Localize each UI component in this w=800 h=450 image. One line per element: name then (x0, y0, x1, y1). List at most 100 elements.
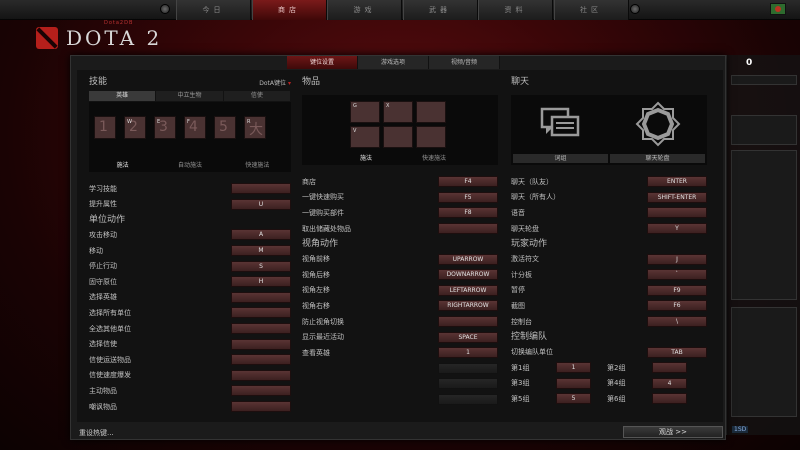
skill-slot[interactable]: 大R (244, 116, 266, 139)
item-slot[interactable] (416, 101, 446, 123)
item-slot[interactable] (416, 126, 446, 148)
hotkey-key-box[interactable]: Y (647, 223, 707, 235)
hotkey-label: 截图 (511, 301, 525, 310)
nav-tab[interactable]: 武器 (402, 0, 478, 20)
nav-tab[interactable]: 游戏 (327, 0, 402, 20)
hotkey-label: 计分板 (511, 270, 532, 279)
hotkey-key-box[interactable]: 1 (438, 347, 498, 359)
hotkey-key-box[interactable]: \ (647, 316, 707, 328)
hotkey-key-box[interactable] (231, 307, 291, 319)
skill-slot[interactable]: 1 (94, 116, 116, 139)
control-group-key[interactable] (652, 393, 687, 405)
camera-extra-key[interactable] (438, 362, 498, 374)
hotkey-key-box[interactable]: ` (647, 269, 707, 281)
hotkey-key-box[interactable]: F9 (647, 284, 707, 296)
item-cast-mode[interactable]: 快速施法 (400, 153, 468, 162)
hotkey-key-box[interactable]: F8 (438, 207, 498, 219)
nav-tab[interactable]: 商店 (251, 0, 327, 20)
item-slot[interactable]: X (383, 101, 413, 123)
switch-group-key[interactable]: TAB (647, 346, 707, 358)
chat-mode-button[interactable]: 聊天轮盘 (610, 154, 705, 163)
hotkey-key-box[interactable] (438, 316, 498, 328)
hotkey-row: 聊天轮盘 Y (511, 221, 707, 237)
hotkey-key-box[interactable]: H (231, 276, 291, 288)
hotkey-key-box[interactable] (231, 323, 291, 335)
nav-tab[interactable]: 今日 (176, 0, 251, 20)
item-slot[interactable]: G (350, 101, 380, 123)
hotkey-key-box[interactable] (438, 223, 498, 235)
logo-small-text: Dota2DB (104, 20, 134, 26)
hotkey-key-box[interactable] (647, 207, 707, 219)
camera-extra-key[interactable] (438, 394, 498, 406)
chat-mode-button[interactable]: 词组 (513, 154, 608, 163)
hotkey-key-box[interactable]: M (231, 245, 291, 257)
skill-slot[interactable]: 3E (154, 116, 176, 139)
camera-extra-key[interactable] (438, 378, 498, 390)
hotkey-key-box[interactable]: F6 (647, 300, 707, 312)
item-slot[interactable] (383, 126, 413, 148)
hotkey-key-box[interactable]: F4 (438, 176, 498, 188)
skill-slot[interactable]: 4F (184, 116, 206, 139)
skills-subtabs: 英雄 中立生物 信使 (89, 91, 291, 101)
skill-slot[interactable]: 2W (124, 116, 146, 139)
hotkey-label: 主动物品 (89, 386, 117, 395)
hotkey-key-box[interactable]: S (231, 260, 291, 272)
hotkey-label: 学习技能 (89, 184, 117, 193)
skill-slot-key: W (127, 119, 132, 125)
hotkey-row: 提升属性 U (89, 197, 291, 213)
preset-selector[interactable]: DotA键位 ▾ (259, 78, 291, 87)
hotkey-key-box[interactable]: SHIFT-ENTER (647, 191, 707, 203)
control-group-key[interactable] (652, 362, 687, 374)
side-search-box[interactable] (731, 75, 797, 85)
control-group-row: 第5组 5 第6组 (511, 391, 707, 407)
hotkey-key-box[interactable]: J (647, 253, 707, 265)
item-cast-mode[interactable]: 施法 (332, 153, 400, 162)
skills-subtab[interactable]: 中立生物 (156, 91, 224, 101)
hotkey-row: 聊天（队友） ENTER (511, 174, 707, 190)
hotkey-key-box[interactable]: RIGHTARROW (438, 300, 498, 312)
skill-cast-mode[interactable]: 快速施法 (224, 160, 291, 169)
skills-subtab[interactable]: 英雄 (89, 91, 157, 101)
hotkey-key-box[interactable] (231, 369, 291, 381)
settings-tab[interactable]: 视频/音频 (429, 56, 500, 69)
skill-cast-mode[interactable]: 施法 (89, 160, 156, 169)
settings-tab[interactable]: 键位设置 (287, 56, 358, 69)
reset-hotkeys-link[interactable]: 重设热键... (79, 428, 114, 438)
hotkey-row: 语音 (511, 205, 707, 221)
hotkey-key-box[interactable]: SPACE (438, 331, 498, 343)
skill-slot[interactable]: 5 (214, 116, 236, 139)
nav-tab[interactable]: 资料 (478, 0, 553, 20)
hotkey-key-box[interactable] (231, 401, 291, 413)
spectate-button[interactable]: 观战 >> (623, 426, 723, 438)
hotkey-key-box[interactable] (231, 354, 291, 366)
hotkey-key-box[interactable]: A (231, 229, 291, 241)
hotkey-label: 聊天（队友） (511, 177, 553, 186)
hotkey-key-box[interactable]: LEFTARROW (438, 284, 498, 296)
hotkey-row: 视角后移 DOWNARROW (302, 267, 498, 283)
settings-tab[interactable]: 游戏选项 (358, 56, 429, 69)
nav-tab[interactable]: 社区 (553, 0, 629, 20)
hotkey-key-box[interactable]: F5 (438, 191, 498, 203)
control-group-key[interactable]: 1 (556, 362, 591, 374)
hotkey-label: 取出储藏处物品 (302, 224, 351, 233)
region-flag-icon[interactable] (770, 3, 786, 15)
hotkey-key-box[interactable]: UPARROW (438, 253, 498, 265)
control-group-key[interactable]: 4 (652, 377, 687, 389)
hotkey-key-box[interactable]: DOWNARROW (438, 269, 498, 281)
hotkey-key-box[interactable]: U (231, 198, 291, 210)
skills-subtab[interactable]: 信使 (223, 91, 291, 101)
hotkey-key-box[interactable] (231, 385, 291, 397)
skill-cast-mode[interactable]: 自动施法 (156, 160, 223, 169)
skill-slot-key: R (247, 119, 251, 125)
hotkey-label: 控制台 (511, 317, 532, 326)
control-group-key[interactable]: 5 (556, 393, 591, 405)
skill-slot-number: 5 (219, 119, 228, 135)
hotkey-key-box[interactable] (231, 338, 291, 350)
item-slot[interactable]: V (350, 126, 380, 148)
hotkey-key-box[interactable]: ENTER (647, 176, 707, 188)
hotkey-key-box[interactable] (231, 291, 291, 303)
item-slot-key: V (353, 128, 357, 134)
top-navigation-bar: 今日 商店 游戏 武器 资料 社区 (0, 0, 800, 20)
hotkey-key-box[interactable] (231, 183, 291, 195)
control-group-key[interactable] (556, 377, 591, 389)
